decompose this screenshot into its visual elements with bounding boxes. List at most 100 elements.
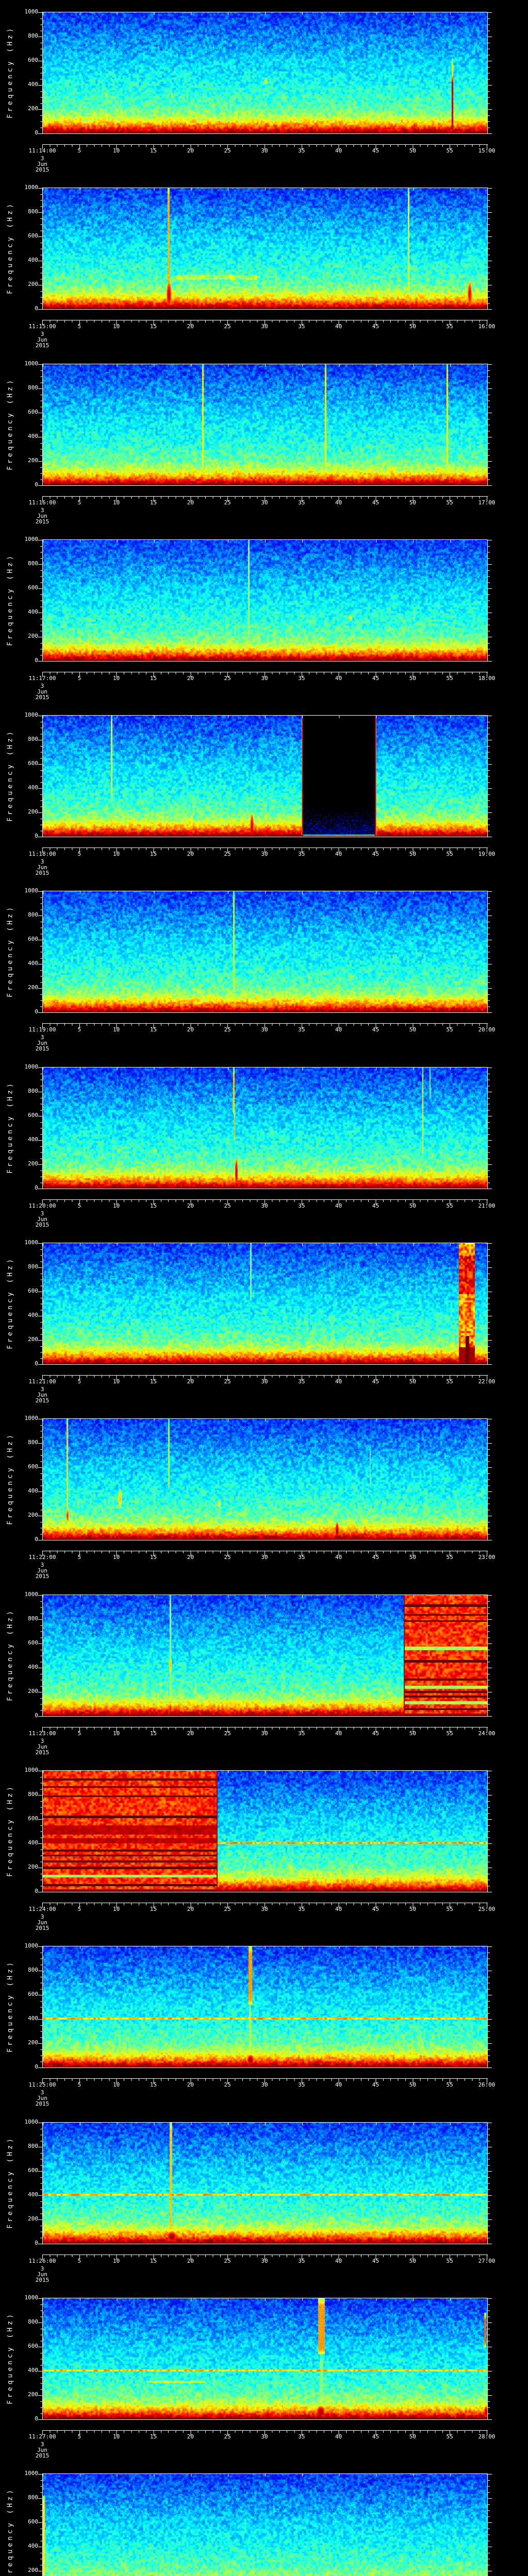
y-axis-tick-label: 0 (35, 481, 38, 488)
x-axis-tick-label: 50 (409, 1026, 416, 1033)
y-axis-minor-ticks-right (488, 12, 490, 134)
spectrogram-canvas (43, 1243, 487, 1365)
y-axis-minor-ticks-right (488, 2122, 490, 2245)
y-axis-tick-label: 600 (28, 760, 38, 767)
x-axis-tick-label: 25 (224, 2257, 231, 2264)
y-axis-tick-label: 200 (28, 1512, 38, 1519)
y-axis-title: Frequency (Hz) (6, 26, 14, 118)
y-axis-tick-label: 800 (28, 911, 38, 919)
y-axis-tick-label: 1000 (24, 1766, 39, 1773)
x-axis-tick-label: 30 (261, 1905, 268, 1912)
x-axis-tick-label: 55 (446, 147, 453, 154)
y-axis-tick-label: 800 (28, 2494, 38, 2501)
x-axis-tick-label: 40 (335, 499, 342, 506)
spectrogram-canvas (43, 188, 487, 310)
x-axis-tick-label: 45 (372, 851, 380, 858)
spectrogram-panel: Frequency (Hz) 1000 800 600 400 200 0 11:27:00… (0, 2286, 528, 2462)
y-axis-title: Frequency (Hz) (6, 729, 14, 822)
x-axis-tick-label: 55 (446, 2081, 453, 2089)
x-axis-tick-label: 50 (409, 147, 416, 154)
y-axis-tick-label: 400 (28, 1487, 38, 1495)
y-axis-title: Frequency (Hz) (6, 377, 14, 470)
x-axis-tick-label: 20 (187, 1026, 194, 1033)
x-axis-start-time-label: 11:26:00 (28, 2257, 56, 2264)
x-axis-tick-label: 35 (298, 499, 305, 506)
spectrogram-panel: Frequency (Hz) 1000 800 600 400 200 0 11:26:00… (0, 2110, 528, 2286)
x-axis-end-time-label: 24:00 (478, 1730, 496, 1737)
spectrogram-panel: Frequency (Hz) 1000 800 600 400 200 0 11:16:00… (0, 352, 528, 528)
y-axis-tick-label: 600 (28, 408, 38, 415)
y-axis-tick-label: 400 (28, 2366, 38, 2374)
spectrogram-canvas (43, 1595, 487, 1716)
x-axis-tick-label: 25 (224, 674, 231, 682)
x-axis-end-time-label: 21:00 (478, 1202, 496, 1209)
x-axis-tick-label: 35 (298, 1730, 305, 1737)
y-axis-tick-label: 1000 (24, 184, 39, 191)
x-axis-tick-label: 50 (409, 1905, 416, 1912)
plot-top-inner-ticks (43, 1243, 487, 1246)
x-axis-tick-label: 25 (224, 1730, 231, 1737)
x-axis-tick-label: 55 (446, 1026, 453, 1033)
date-label-line: 2015 (35, 342, 50, 349)
spectrogram-canvas (43, 1770, 487, 1892)
y-axis-tick-label: 400 (28, 2543, 38, 2550)
y-axis-tick-label: 800 (28, 384, 38, 391)
x-axis-tick-label: 30 (261, 2257, 268, 2264)
x-axis-tick-label: 10 (113, 1202, 120, 1209)
plot-frame (42, 1243, 488, 1365)
x-axis-tick-label: 50 (409, 2081, 416, 2089)
x-axis-tick-label: 35 (298, 1202, 305, 1209)
x-axis-tick-label: 10 (113, 1026, 120, 1033)
x-axis-tick-label: 15 (150, 2081, 157, 2089)
plot-frame (42, 1594, 488, 1717)
y-axis-tick-label: 400 (28, 1663, 38, 1670)
y-axis-minor-ticks-right (488, 1595, 490, 1717)
plot-top-inner-ticks (43, 891, 487, 894)
spectrogram-canvas (43, 1067, 487, 1189)
y-axis-minor-ticks-right (488, 891, 490, 1014)
y-axis-tick-label: 600 (28, 2518, 38, 2526)
y-axis-tick-label: 0 (35, 2239, 38, 2246)
x-axis-tick-label: 55 (446, 851, 453, 858)
y-axis-tick-label: 600 (28, 584, 38, 591)
x-axis-minor-ticks (42, 848, 487, 851)
date-label-line: 2015 (35, 693, 50, 701)
x-axis-start-time-label: 11:27:00 (28, 2433, 56, 2440)
spectrogram-panel: Frequency (Hz) 1000 800 600 400 200 0 11:15:00… (0, 176, 528, 351)
x-axis-tick-label: 30 (261, 1554, 268, 1561)
y-axis-tick-label: 600 (28, 2166, 38, 2174)
y-axis-tick-label: 600 (28, 1639, 38, 1646)
x-axis-tick-label: 5 (77, 499, 81, 506)
y-axis-minor-ticks-right (488, 1419, 490, 1541)
x-axis-minor-ticks (42, 145, 487, 147)
y-axis-tick-label: 800 (28, 2142, 38, 2149)
x-axis-start-time-label: 11:18:00 (28, 851, 56, 858)
x-axis-tick-label: 5 (77, 1026, 81, 1033)
x-axis-tick-label: 15 (150, 2433, 157, 2440)
plot-frame (42, 2473, 488, 2576)
x-axis-tick-label: 35 (298, 2081, 305, 2089)
y-axis-tick-label: 400 (28, 2191, 38, 2198)
date-label-line: 2015 (35, 166, 50, 173)
x-axis-tick-label: 55 (446, 1202, 453, 1209)
x-axis-start-time-label: 11:20:00 (28, 1202, 56, 1209)
x-axis-tick-label: 15 (150, 1378, 157, 1385)
x-axis-tick-label: 50 (409, 499, 416, 506)
x-axis-tick-label: 35 (298, 1905, 305, 1912)
x-axis-tick-label: 40 (335, 2433, 342, 2440)
y-axis-title: Frequency (Hz) (6, 201, 14, 295)
y-axis-minor-ticks-right (488, 2474, 490, 2576)
y-axis-tick-label: 0 (35, 1887, 38, 1894)
spectrogram-canvas (43, 364, 487, 485)
y-axis-tick-label: 600 (28, 2342, 38, 2349)
x-axis-tick-label: 35 (298, 1026, 305, 1033)
x-axis-tick-label: 40 (335, 1202, 342, 1209)
x-axis-tick-label: 50 (409, 2257, 416, 2264)
plot-frame (42, 12, 488, 134)
spectrogram-stack-page: Frequency (Hz) 1000 800 600 400 200 0 11:14:00… (0, 0, 528, 2576)
x-axis-tick-label: 45 (372, 1202, 380, 1209)
y-axis-tick-label: 800 (28, 208, 38, 215)
date-label-line: 2015 (35, 2100, 50, 2108)
date-label-line: 2015 (35, 1397, 50, 1404)
spectrogram-canvas (43, 539, 487, 661)
